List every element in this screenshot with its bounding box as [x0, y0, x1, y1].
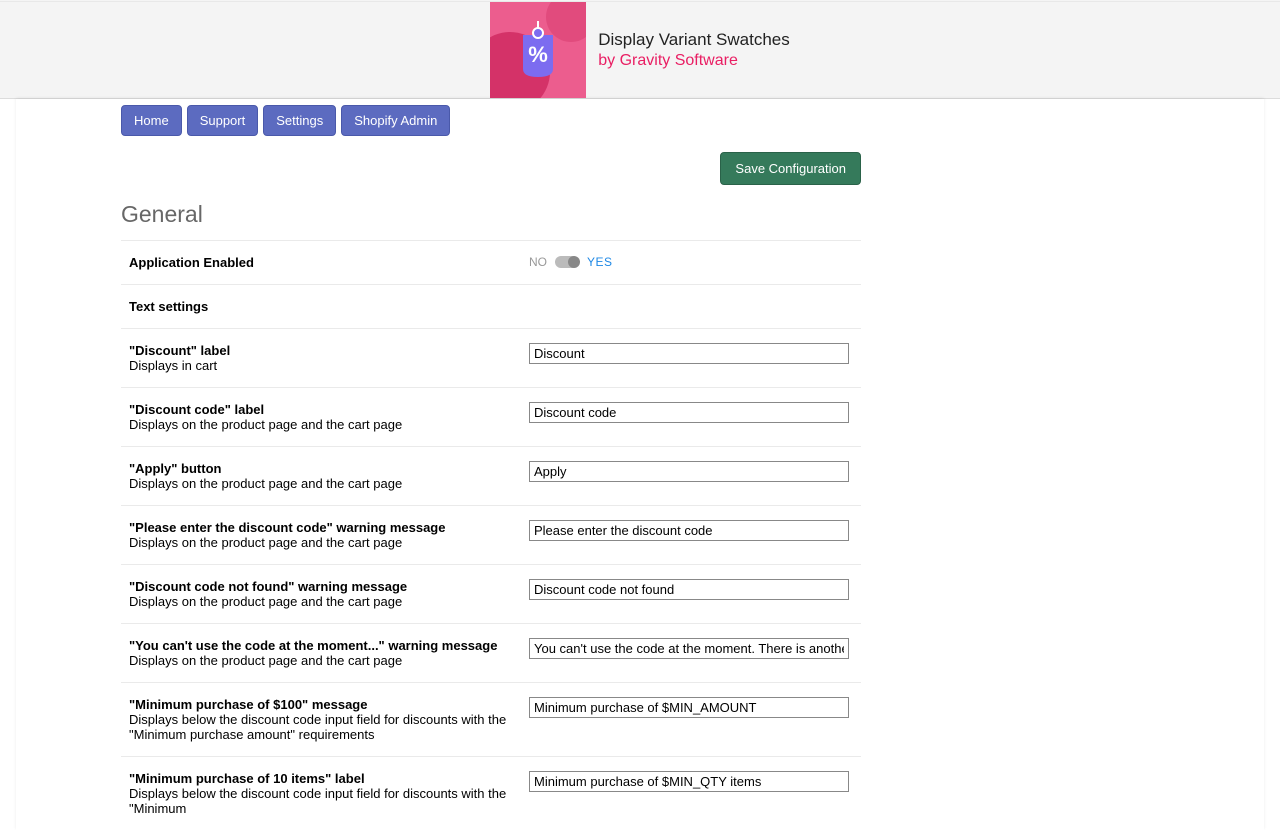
- app-enabled-label: Application Enabled: [129, 255, 254, 270]
- please-enter-input[interactable]: [529, 520, 849, 541]
- toggle-yes-label: YES: [587, 255, 613, 269]
- home-button[interactable]: Home: [121, 105, 182, 136]
- page-content: Home Support Settings Shopify Admin Save…: [16, 99, 1264, 830]
- logo-block: % Display Variant Swatches by Gravity So…: [490, 2, 790, 98]
- not-found-input[interactable]: [529, 579, 849, 600]
- app-title: Display Variant Swatches: [598, 29, 790, 51]
- save-row: Save Configuration: [121, 148, 861, 201]
- min-purchase-qty-input[interactable]: [529, 771, 849, 792]
- discount-code-label-help: Displays on the product page and the car…: [129, 417, 513, 432]
- row-text-settings-heading: Text settings: [121, 284, 861, 328]
- row-min-purchase-qty: "Minimum purchase of 10 items" label Dis…: [121, 756, 861, 830]
- min-purchase-qty-help: Displays below the discount code input f…: [129, 786, 513, 816]
- row-application-enabled: Application Enabled NO YES: [121, 240, 861, 284]
- title-block: Display Variant Swatches by Gravity Soft…: [598, 29, 790, 72]
- row-cant-use: "You can't use the code at the moment...…: [121, 623, 861, 682]
- save-configuration-button[interactable]: Save Configuration: [720, 152, 861, 185]
- section-title: General: [121, 201, 861, 240]
- row-apply-button: "Apply" button Displays on the product p…: [121, 446, 861, 505]
- not-found-title: "Discount code not found" warning messag…: [129, 579, 513, 594]
- discount-code-label-title: "Discount code" label: [129, 402, 513, 417]
- app-byline: by Gravity Software: [598, 51, 790, 72]
- cant-use-help: Displays on the product page and the car…: [129, 653, 513, 668]
- text-settings-heading: Text settings: [129, 299, 208, 314]
- apply-button-help: Displays on the product page and the car…: [129, 476, 513, 491]
- row-min-purchase-amount: "Minimum purchase of $100" message Displ…: [121, 682, 861, 756]
- toggle-no-label: NO: [529, 255, 547, 269]
- shopify-admin-button[interactable]: Shopify Admin: [341, 105, 450, 136]
- discount-label-input[interactable]: [529, 343, 849, 364]
- please-enter-help: Displays on the product page and the car…: [129, 535, 513, 550]
- cant-use-title: "You can't use the code at the moment...…: [129, 638, 513, 653]
- cant-use-input[interactable]: [529, 638, 849, 659]
- row-please-enter: "Please enter the discount code" warning…: [121, 505, 861, 564]
- discount-label-title: "Discount" label: [129, 343, 513, 358]
- nav-row: Home Support Settings Shopify Admin: [121, 105, 861, 148]
- discount-label-help: Displays in cart: [129, 358, 513, 373]
- min-purchase-amount-help: Displays below the discount code input f…: [129, 712, 513, 742]
- app-header: % Display Variant Swatches by Gravity So…: [0, 2, 1280, 99]
- please-enter-title: "Please enter the discount code" warning…: [129, 520, 513, 535]
- discount-tag-icon: %: [517, 21, 559, 79]
- svg-text:%: %: [528, 42, 548, 67]
- app-enabled-toggle[interactable]: [555, 256, 579, 268]
- settings-button[interactable]: Settings: [263, 105, 336, 136]
- min-purchase-amount-title: "Minimum purchase of $100" message: [129, 697, 513, 712]
- support-button[interactable]: Support: [187, 105, 259, 136]
- app-logo: %: [490, 2, 586, 98]
- min-purchase-qty-title: "Minimum purchase of 10 items" label: [129, 771, 513, 786]
- row-discount-label: "Discount" label Displays in cart: [121, 328, 861, 387]
- not-found-help: Displays on the product page and the car…: [129, 594, 513, 609]
- row-not-found: "Discount code not found" warning messag…: [121, 564, 861, 623]
- apply-button-input[interactable]: [529, 461, 849, 482]
- row-discount-code-label: "Discount code" label Displays on the pr…: [121, 387, 861, 446]
- app-enabled-toggle-wrap: NO YES: [529, 255, 853, 269]
- discount-code-label-input[interactable]: [529, 402, 849, 423]
- min-purchase-amount-input[interactable]: [529, 697, 849, 718]
- apply-button-title: "Apply" button: [129, 461, 513, 476]
